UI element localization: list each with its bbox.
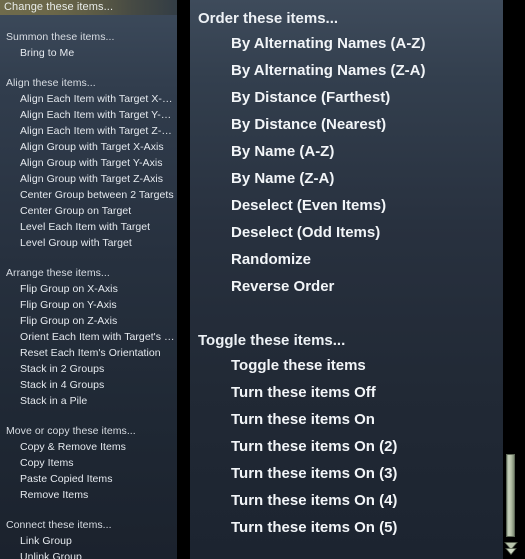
menu-item[interactable]: Randomize xyxy=(190,246,503,273)
menu-item[interactable]: By Distance (Nearest) xyxy=(190,111,503,138)
menu-group-spacer xyxy=(190,300,503,329)
menu-group-title[interactable]: Toggle these items... xyxy=(190,329,503,352)
left-panel-header-label: Change these items... xyxy=(4,1,114,13)
menu-item[interactable]: Turn these items On (5) xyxy=(190,514,503,541)
left-menu-list: Summon these items... Bring to Me Align th… xyxy=(0,15,177,559)
menu-item[interactable]: Align Each Item with Target Y-… xyxy=(0,107,177,123)
menu-item[interactable]: Bring to Me xyxy=(0,45,177,61)
menu-item[interactable]: Remove Items xyxy=(0,487,177,503)
right-scrollbar-thumb[interactable] xyxy=(506,454,515,537)
menu-item[interactable]: Deselect (Even Items) xyxy=(190,192,503,219)
menu-item[interactable]: Stack in 4 Groups xyxy=(0,377,177,393)
menu-item[interactable]: Center Group between 2 Targets xyxy=(0,187,177,203)
left-menu-panel: Change these items... Summon these items… xyxy=(0,0,177,559)
chevron-down-icon[interactable] xyxy=(504,540,518,556)
context-menu-window: Change these items... Summon these items… xyxy=(0,0,525,559)
menu-item[interactable]: By Distance (Farthest) xyxy=(190,84,503,111)
menu-item[interactable]: Paste Copied Items xyxy=(0,471,177,487)
menu-item[interactable]: Flip Group on X-Axis xyxy=(0,281,177,297)
menu-item[interactable]: Align Each Item with Target X-… xyxy=(0,91,177,107)
menu-top-spacer xyxy=(190,0,503,7)
menu-group-spacer xyxy=(0,251,177,265)
menu-item[interactable]: Reset Each Item's Orientation xyxy=(0,345,177,361)
panel-divider xyxy=(177,0,190,559)
menu-item[interactable]: Stack in 2 Groups xyxy=(0,361,177,377)
menu-item[interactable]: Level Group with Target xyxy=(0,235,177,251)
menu-item[interactable]: Align Group with Target Z-Axis xyxy=(0,171,177,187)
menu-item[interactable]: Align Each Item with Target Z-… xyxy=(0,123,177,139)
menu-item[interactable]: Copy & Remove Items xyxy=(0,439,177,455)
menu-group-title[interactable]: Align these items... xyxy=(0,75,177,91)
menu-item[interactable]: Turn these items On xyxy=(190,406,503,433)
menu-group-spacer xyxy=(0,15,177,29)
menu-item[interactable]: Flip Group on Z-Axis xyxy=(0,313,177,329)
menu-item[interactable]: Link Group xyxy=(0,533,177,549)
menu-item[interactable]: By Alternating Names (Z-A) xyxy=(190,57,503,84)
menu-item[interactable]: By Name (Z-A) xyxy=(190,165,503,192)
menu-group-title[interactable]: Order these items... xyxy=(190,7,503,30)
menu-group-spacer xyxy=(0,409,177,423)
menu-group-title[interactable]: Move or copy these items... xyxy=(0,423,177,439)
menu-group-title[interactable]: Arrange these items... xyxy=(0,265,177,281)
left-panel-header[interactable]: Change these items... xyxy=(0,0,177,15)
menu-item[interactable]: Unlink Group xyxy=(0,549,177,559)
menu-item[interactable]: Center Group on Target xyxy=(0,203,177,219)
menu-item[interactable]: Align Group with Target Y-Axis xyxy=(0,155,177,171)
menu-item[interactable]: Level Each Item with Target xyxy=(0,219,177,235)
menu-item[interactable]: Orient Each Item with Target's … xyxy=(0,329,177,345)
menu-group-spacer xyxy=(0,61,177,75)
right-menu-panel: Order these items... By Alternating Names… xyxy=(190,0,503,559)
menu-item[interactable]: Deselect (Odd Items) xyxy=(190,219,503,246)
window-right-edge xyxy=(518,0,525,559)
menu-item[interactable]: Flip Group on Y-Axis xyxy=(0,297,177,313)
menu-item[interactable]: Turn these items On (3) xyxy=(190,460,503,487)
menu-item[interactable]: Align Group with Target X-Axis xyxy=(0,139,177,155)
menu-item[interactable]: Toggle these items xyxy=(190,352,503,379)
menu-item[interactable]: Reverse Order xyxy=(190,273,503,300)
menu-item[interactable]: Stack in a Pile xyxy=(0,393,177,409)
right-menu-list: Order these items... By Alternating Names… xyxy=(190,0,503,541)
menu-item[interactable]: Turn these items On (2) xyxy=(190,433,503,460)
menu-item[interactable]: Turn these items Off xyxy=(190,379,503,406)
menu-group-title[interactable]: Summon these items... xyxy=(0,29,177,45)
menu-item[interactable]: Copy Items xyxy=(0,455,177,471)
menu-item[interactable]: By Name (A-Z) xyxy=(190,138,503,165)
menu-group-title[interactable]: Connect these items... xyxy=(0,517,177,533)
right-scrollbar[interactable] xyxy=(504,0,518,559)
menu-item[interactable]: By Alternating Names (A-Z) xyxy=(190,30,503,57)
menu-item[interactable]: Turn these items On (4) xyxy=(190,487,503,514)
menu-group-spacer xyxy=(0,503,177,517)
